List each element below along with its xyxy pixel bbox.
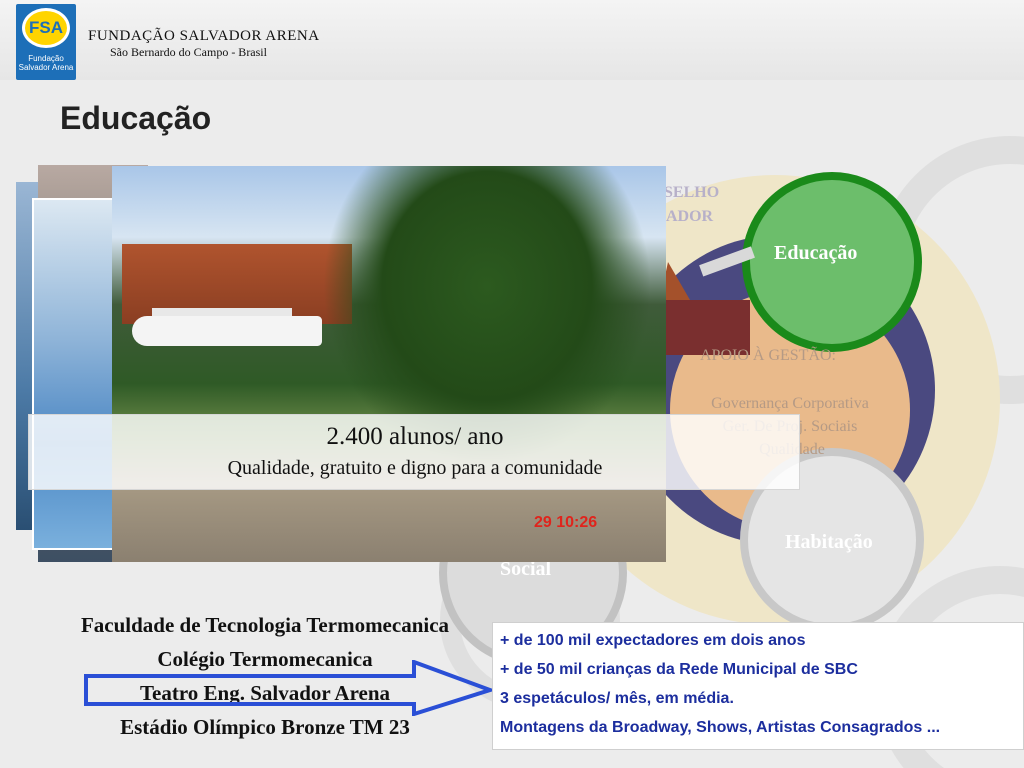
photo-students-campus: 29 10:26 (112, 166, 666, 562)
arrow-shape (84, 660, 494, 716)
info-line: Montagens da Broadway, Shows, Artistas C… (500, 719, 941, 736)
support-label: APOIO À GESTÃO: (700, 347, 836, 364)
support-item-1: Governança Corporativa (711, 395, 869, 412)
council-label-1: SELHO (664, 184, 720, 201)
info-line: 3 espetáculos/ mês, em média. (500, 690, 734, 707)
photo-plane-body (132, 316, 322, 346)
council-label-2: ADOR (666, 208, 714, 225)
housing-label[interactable]: Habitação (785, 531, 873, 554)
photo-timestamp: 29 10:26 (534, 514, 598, 531)
institution-item: Faculdade de Tecnologia Termomecanica (80, 613, 450, 637)
caption-box: 2.400 alunos/ ano Qualidade, gratuito e … (28, 414, 800, 490)
caption-title: 2.400 alunos/ ano (326, 423, 504, 450)
info-line: + de 50 mil crianças da Rede Municipal d… (500, 661, 858, 678)
theater-info-box: + de 100 mil expectadores em dois anos +… (492, 622, 1024, 750)
info-line: + de 100 mil expectadores em dois anos (500, 632, 806, 649)
caption-subtitle: Qualidade, gratuito e digno para a comun… (227, 457, 603, 479)
education-label[interactable]: Educação (774, 242, 857, 265)
